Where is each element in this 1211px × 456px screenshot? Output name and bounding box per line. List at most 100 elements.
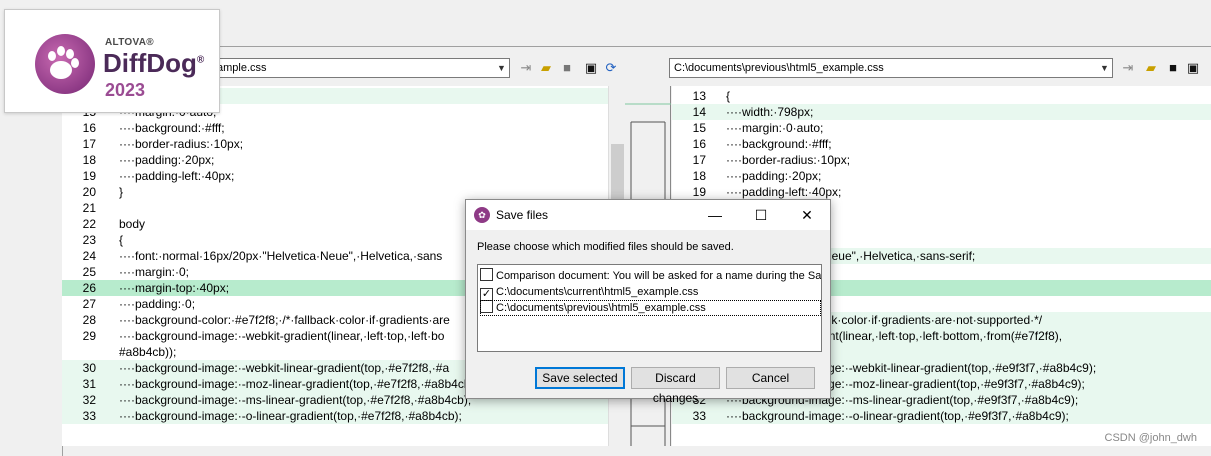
diffdog-window: ample.css ▼ ⇥ ▰ ■ ▣ ⟳ C:\documents\previ… (0, 0, 1211, 456)
line-text: ····padding-left:·40px; (119, 169, 235, 183)
line-number: 18 (82, 153, 96, 167)
line-text: ····background-image:·-o-linear-gradient… (119, 409, 462, 423)
code-line: 19 ····padding-left:·40px; (672, 184, 1211, 200)
line-text: ····width:·798px; (726, 105, 814, 119)
line-number: 22 (82, 217, 96, 231)
line-number: 21 (82, 201, 96, 215)
line-text: body (119, 217, 146, 231)
line-number: 19 (82, 169, 96, 183)
open-folder-icon[interactable]: ▰ (1143, 60, 1159, 76)
chevron-down-icon[interactable]: ▼ (493, 59, 509, 77)
discard-changes-button[interactable]: Discard changes (631, 367, 720, 405)
line-number: 25 (82, 265, 96, 279)
line-text: ····background-color:·#e7f2f8;·/*·fallba… (119, 313, 450, 327)
save-as-icon[interactable]: ▣ (583, 60, 599, 76)
line-text: ····background-image:·-o-linear-gradient… (726, 409, 1069, 423)
browse-icon[interactable]: ⇥ (1120, 60, 1136, 76)
line-number: 15 (692, 121, 706, 135)
dialog-titlebar[interactable]: ✿ Save files — ☐ ✕ (466, 200, 830, 230)
save-selected-button[interactable]: Save selected (535, 367, 625, 389)
line-number: 29 (82, 329, 96, 343)
open-folder-icon[interactable]: ▰ (538, 60, 554, 76)
line-number: 16 (82, 121, 96, 135)
app-icon: ✿ (474, 207, 490, 223)
line-text: ····background-image:·-webkit-gradient(l… (119, 329, 445, 343)
line-number: 28 (82, 313, 96, 327)
chevron-down-icon[interactable]: ▼ (1096, 59, 1112, 77)
list-item[interactable]: C:\documents\previous\html5_example.css (480, 300, 821, 316)
dialog-prompt: Please choose which modified files shoul… (477, 241, 734, 253)
line-text: ····padding:·0; (119, 297, 196, 311)
line-text: } (119, 185, 124, 199)
right-file-path-combobox[interactable]: C:\documents\previous\html5_example.css … (669, 58, 1113, 78)
cancel-button[interactable]: Cancel (726, 367, 815, 389)
close-button[interactable]: ✕ (784, 200, 830, 230)
line-number: 23 (82, 233, 96, 247)
code-line: 17 ····border-radius:·10px; (672, 152, 1211, 168)
line-number: 33 (82, 409, 96, 423)
line-number: 32 (82, 393, 96, 407)
code-line: 16 ····background:·#fff; (672, 136, 1211, 152)
line-text: ····background:·#fff; (119, 121, 225, 135)
line-text: ····border-radius:·10px; (119, 137, 244, 151)
line-text: ····margin:·0; (119, 265, 190, 279)
line-text: ····background-image:·-ms-linear-gradien… (119, 393, 472, 407)
line-text: ····background-image:·-moz-linear-gradie… (119, 377, 478, 391)
line-number: 17 (82, 137, 96, 151)
checkbox-checked-icon[interactable]: ✓ (480, 288, 493, 300)
right-file-path-text: C:\documents\previous\html5_example.css (674, 62, 884, 74)
line-text: { (726, 89, 731, 103)
code-line: 18 ····padding:·20px; (62, 152, 608, 168)
browse-icon[interactable]: ⇥ (518, 60, 534, 76)
line-number: 17 (692, 153, 706, 167)
checkbox-icon[interactable] (480, 300, 493, 313)
logo-brand: ALTOVA® (105, 37, 154, 48)
line-number: 24 (82, 249, 96, 263)
line-text: { (119, 233, 124, 247)
save-icon[interactable]: ■ (1165, 60, 1181, 76)
line-number: 20 (82, 185, 96, 199)
line-number: 31 (82, 377, 96, 391)
watermark: CSDN @john_dwh (1104, 432, 1198, 444)
logo-product-name: DiffDog® (103, 48, 205, 78)
code-line: 14 ····width:·798px; (672, 104, 1211, 120)
file-checklist: Comparison document: You will be asked f… (477, 264, 822, 352)
line-number: 19 (692, 185, 706, 199)
left-file-path-text: ample.css (217, 62, 267, 74)
code-line: 20} (62, 184, 608, 200)
code-line: 33 ····background-image:·-o-linear-gradie… (62, 408, 608, 424)
code-line: 18 ····padding:·20px; (672, 168, 1211, 184)
list-item[interactable]: Comparison document: You will be asked f… (480, 268, 821, 284)
maximize-button[interactable]: ☐ (738, 200, 784, 230)
save-icon[interactable]: ■ (559, 60, 575, 76)
line-number: 30 (82, 361, 96, 375)
dialog-title: Save files (496, 208, 549, 222)
checkbox-icon[interactable] (480, 268, 493, 281)
save-files-dialog: ✿ Save files — ☐ ✕ Please choose which m… (465, 199, 831, 405)
line-number: 14 (692, 105, 706, 119)
code-line: 33 ····background-image:·-o-linear-gradie… (672, 408, 1211, 424)
line-text: ····margin:·0·auto; (726, 121, 824, 135)
code-line: 19 ····padding-left:·40px; (62, 168, 608, 184)
line-text: ····border-radius:·10px; (726, 153, 851, 167)
code-line: 15 ····margin:·0·auto; (672, 120, 1211, 136)
line-text: ····font:·normal·16px/20px·"Helvetica·Ne… (119, 249, 443, 263)
line-number: 33 (692, 409, 706, 423)
line-text: ····padding:·20px; (726, 169, 822, 183)
save-as-icon[interactable]: ▣ (1185, 60, 1201, 76)
line-text: ····background:·#fff; (726, 137, 832, 151)
line-text: ····background-image:·-webkit-linear-gra… (119, 361, 450, 375)
line-number: 16 (692, 137, 706, 151)
line-number: 18 (692, 169, 706, 183)
line-number: 26 (82, 281, 96, 295)
line-text: ····margin-top:·40px; (119, 281, 230, 295)
minimize-button[interactable]: — (692, 200, 738, 230)
list-item[interactable]: ✓ C:\documents\current\html5_example.css (480, 284, 821, 300)
code-line: 16 ····background:·#fff; (62, 120, 608, 136)
left-file-path-combobox[interactable]: ample.css ▼ (212, 58, 510, 78)
line-text: #a8b4cb)); (119, 345, 177, 359)
code-line: 13 { (672, 88, 1211, 104)
line-text: ····padding:·20px; (119, 153, 215, 167)
reload-icon[interactable]: ⟳ (603, 60, 619, 76)
line-text: ····padding-left:·40px; (726, 185, 842, 199)
